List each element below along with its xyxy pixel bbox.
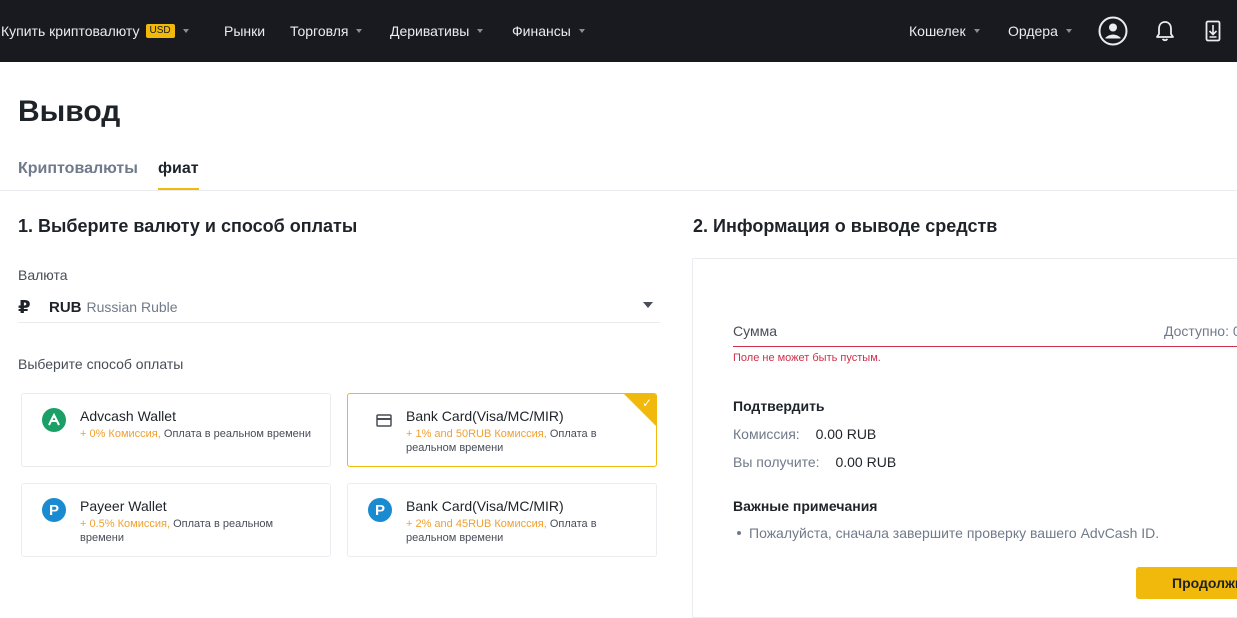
nav-markets[interactable]: Рынки — [224, 0, 265, 62]
receive-value: 0.00 RUB — [835, 454, 897, 470]
payment-fee: + 2% and 45RUB Комиссия, — [406, 518, 547, 530]
payment-desc: + 1% and 50RUB Комиссия, Оплата в реальн… — [406, 427, 646, 455]
payment-card-advcash[interactable]: Advcash Wallet + 0% Комиссия, Оплата в р… — [21, 393, 331, 467]
bullet-icon — [737, 531, 741, 535]
currency-name: Russian Ruble — [86, 299, 178, 315]
amount-error: Поле не может быть пустым. — [733, 352, 881, 364]
note-text: Пожалуйста, сначала завершите проверку в… — [749, 525, 1160, 541]
payment-card-bank-card-2[interactable]: P Bank Card(Visa/MC/MIR) + 2% and 45RUB … — [347, 483, 657, 557]
withdrawal-info-panel: Сумма Доступно: 0 Поле не может быть пус… — [692, 258, 1237, 618]
payment-title: Bank Card(Visa/MC/MIR) — [406, 498, 564, 514]
card-icon — [372, 408, 396, 432]
user-profile-icon[interactable] — [1096, 14, 1130, 48]
fee-row: Комиссия: 0.00 RUB — [733, 426, 876, 442]
chevron-down-icon — [1065, 29, 1072, 33]
payeer-icon: P — [42, 498, 66, 522]
usd-badge: USD — [145, 24, 175, 38]
notes-heading: Важные примечания — [733, 498, 878, 514]
nav-orders-label: Ордера — [1008, 23, 1058, 39]
nav-finance-label: Финансы — [512, 23, 571, 39]
nav-derivatives[interactable]: Деривативы — [390, 0, 484, 62]
payment-realtime: Оплата в реальном времени — [163, 428, 311, 440]
payment-card-payeer[interactable]: P Payeer Wallet + 0.5% Комиссия, Оплата … — [21, 483, 331, 557]
note-item: Пожалуйста, сначала завершите проверку в… — [737, 525, 1159, 541]
receive-row: Вы получите: 0.00 RUB — [733, 454, 896, 470]
check-icon: ✓ — [641, 396, 652, 410]
section-heading-withdrawal-info: 2. Информация о выводе средств — [693, 216, 998, 236]
section-heading-currency: 1. Выберите валюту и способ оплаты — [18, 216, 358, 236]
currency-select[interactable]: ₽ RUB Russian Ruble — [18, 292, 660, 323]
payeer-icon: P — [368, 498, 392, 522]
nav-markets-label: Рынки — [224, 23, 266, 39]
nav-finance[interactable]: Финансы — [512, 0, 585, 62]
payment-desc: + 0.5% Комиссия, Оплата в реальном време… — [80, 517, 320, 545]
advcash-icon — [42, 408, 66, 432]
bell-icon[interactable] — [1148, 14, 1182, 48]
payment-title: Advcash Wallet — [80, 408, 176, 424]
nav-buy-crypto[interactable]: Купить криптовалюту USD — [1, 0, 189, 62]
tab-fiat[interactable]: фиат — [158, 160, 199, 190]
available-balance: Доступно: 0 — [1164, 323, 1237, 339]
nav-derivatives-label: Деривативы — [390, 23, 470, 39]
fee-label: Комиссия: — [733, 426, 800, 442]
ruble-icon: ₽ — [18, 296, 31, 317]
nav-orders[interactable]: Ордера — [1008, 0, 1072, 62]
amount-label: Сумма — [733, 323, 777, 339]
amount-input[interactable]: Сумма Доступно: 0 — [733, 315, 1237, 347]
payment-desc: + 0% Комиссия, Оплата в реальном времени — [80, 427, 320, 441]
payment-card-bank-card-1[interactable]: Bank Card(Visa/MC/MIR) + 1% and 50RUB Ко… — [347, 393, 657, 467]
tab-bar: Криптовалюты фиат — [0, 152, 1237, 191]
payment-title: Payeer Wallet — [80, 498, 167, 514]
chevron-down-icon — [356, 29, 363, 33]
payment-fee: + 0.5% Комиссия, — [80, 518, 170, 530]
nav-buy-crypto-label: Купить криптовалюту — [1, 23, 140, 39]
continue-button[interactable]: Продолжить — [1136, 567, 1237, 599]
fee-value: 0.00 RUB — [815, 426, 877, 442]
payment-title: Bank Card(Visa/MC/MIR) — [406, 408, 564, 424]
payment-fee: + 1% and 50RUB Комиссия, — [406, 428, 547, 440]
nav-trade-label: Торговля — [290, 23, 349, 39]
nav-wallet-label: Кошелек — [909, 23, 966, 39]
top-navigation: Купить криптовалюту USD Рынки Торговля Д… — [0, 0, 1237, 62]
tab-crypto[interactable]: Криптовалюты — [18, 160, 138, 188]
nav-trade[interactable]: Торговля — [290, 0, 363, 62]
chevron-down-icon — [182, 29, 189, 33]
chevron-down-icon — [578, 29, 585, 33]
page-title: Вывод — [18, 95, 121, 128]
caret-down-icon — [643, 302, 653, 308]
payment-fee: + 0% Комиссия, — [80, 428, 161, 440]
chevron-down-icon — [973, 29, 980, 33]
payment-method-label: Выберите способ оплаты — [18, 356, 184, 372]
confirm-heading: Подтвердить — [733, 398, 825, 414]
chevron-down-icon — [477, 29, 484, 33]
download-icon[interactable] — [1196, 14, 1230, 48]
payment-desc: + 2% and 45RUB Комиссия, Оплата в реальн… — [406, 517, 646, 545]
currency-code: RUB — [49, 298, 82, 316]
nav-wallet[interactable]: Кошелек — [909, 0, 980, 62]
currency-label: Валюта — [18, 267, 68, 283]
receive-label: Вы получите: — [733, 454, 820, 470]
